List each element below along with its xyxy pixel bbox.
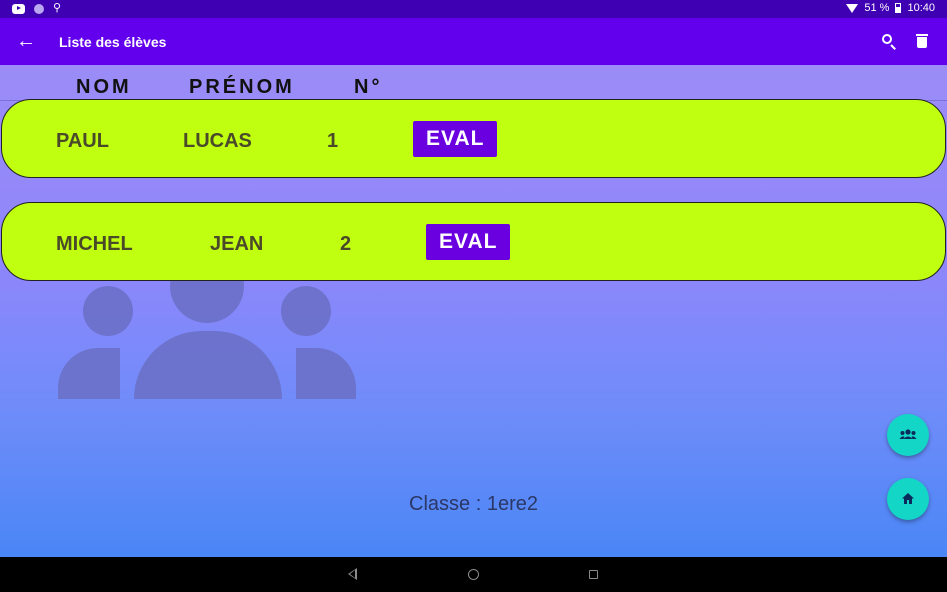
app-bar: ← Liste des élèves <box>0 18 947 65</box>
column-header-prenom: PRÉNOM <box>189 76 295 98</box>
student-numero: 1 <box>327 130 339 152</box>
battery-icon <box>895 3 902 13</box>
student-row[interactable]: MICHEL JEAN 2 EVAL <box>1 202 946 281</box>
nav-recents-icon[interactable] <box>589 570 598 579</box>
notification-dot-icon <box>34 3 44 14</box>
search-icon[interactable] <box>879 31 901 53</box>
student-nom: MICHEL <box>56 233 133 255</box>
usb-icon: ⚲ <box>53 2 62 14</box>
student-nom: PAUL <box>56 130 109 152</box>
column-header-nom: NOM <box>76 76 132 98</box>
class-label: Classe : 1ere2 <box>0 493 947 516</box>
clock: 10:40 <box>907 2 935 14</box>
student-prenom: JEAN <box>210 233 264 255</box>
back-arrow-icon[interactable]: ← <box>14 30 38 54</box>
trash-icon[interactable] <box>911 30 933 52</box>
wifi-icon <box>846 3 859 13</box>
student-numero: 2 <box>340 233 352 255</box>
column-header-numero: N° <box>354 76 383 98</box>
battery-percent: 51 % <box>864 2 890 14</box>
nav-home-icon[interactable] <box>468 569 479 580</box>
eval-button[interactable]: EVAL <box>413 121 498 157</box>
page-title: Liste des élèves <box>59 34 167 50</box>
student-prenom: LUCAS <box>183 130 252 152</box>
home-icon <box>902 493 914 504</box>
main-content: NOM PRÉNOM N° PAUL LUCAS 1 EVAL MICHEL J… <box>0 65 947 557</box>
eval-button[interactable]: EVAL <box>426 224 511 260</box>
status-bar: ⚲ 51 % 10:40 <box>0 0 947 18</box>
group-fab-button[interactable] <box>887 414 929 456</box>
home-fab-button[interactable] <box>887 478 929 520</box>
nav-back-icon[interactable] <box>348 568 357 580</box>
class-label-text: Classe : 1ere2 <box>409 493 538 515</box>
system-nav-bar <box>0 557 947 592</box>
youtube-icon <box>12 3 25 14</box>
group-icon <box>899 429 917 439</box>
student-row[interactable]: PAUL LUCAS 1 EVAL <box>1 99 946 178</box>
